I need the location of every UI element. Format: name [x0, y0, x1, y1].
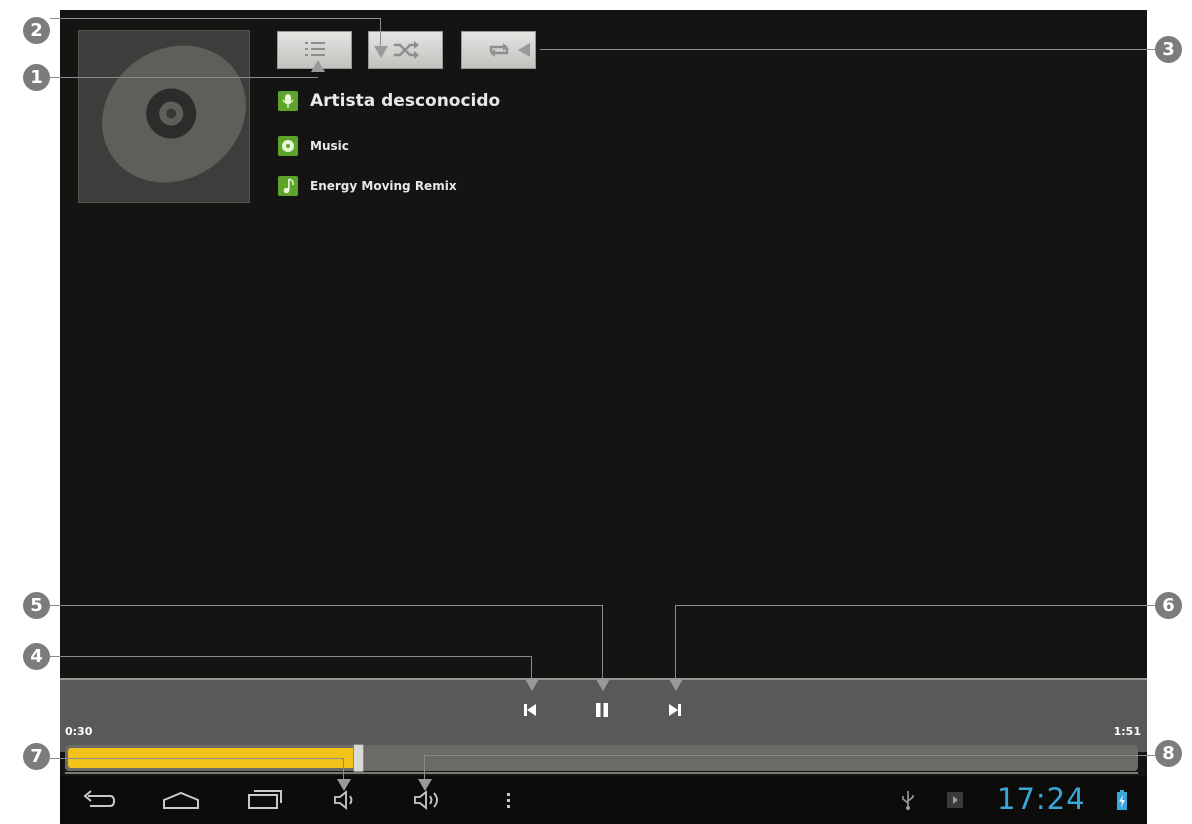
arrow-previous	[525, 679, 539, 691]
volume-up-icon	[414, 790, 438, 810]
volume-down-button[interactable]	[332, 789, 360, 815]
usb-icon	[900, 789, 916, 815]
leader-line-8	[424, 755, 1155, 756]
callout-8: 8	[1155, 740, 1182, 767]
arrow-next	[669, 679, 683, 691]
elapsed-time: 0:30	[65, 725, 93, 738]
recent-apps-button[interactable]	[246, 788, 284, 814]
pause-button[interactable]	[594, 702, 610, 723]
seek-divider	[65, 772, 1138, 774]
previous-icon	[524, 704, 536, 716]
leader-line-6-drop	[675, 605, 676, 680]
artist-row: Artista desconocido	[278, 91, 500, 111]
next-icon	[669, 704, 681, 716]
back-button[interactable]	[82, 790, 118, 814]
battery-icon	[1116, 789, 1128, 815]
list-icon	[304, 42, 325, 56]
leader-line-7	[50, 758, 343, 759]
pause-icon	[596, 703, 608, 717]
music-note-icon	[278, 176, 298, 196]
leader-line-6	[675, 605, 1155, 606]
leader-line-5	[50, 605, 602, 606]
arrow-pause	[596, 679, 610, 691]
leader-line-3	[540, 49, 1155, 50]
leader-line-7-drop	[343, 758, 344, 780]
artist-name: Artista desconocido	[310, 91, 501, 111]
callout-6: 6	[1155, 592, 1182, 619]
callout-2: 2	[23, 17, 50, 44]
status-clock: 17:24	[997, 782, 1086, 816]
total-duration: 1:51	[1113, 725, 1141, 738]
music-player-screen: Artista desconocido Music Energy Moving …	[60, 10, 1147, 824]
home-button[interactable]	[161, 790, 201, 814]
album-icon	[278, 136, 298, 156]
arrow-repeat	[518, 43, 530, 57]
back-icon	[83, 790, 116, 807]
leader-line-2	[50, 18, 380, 19]
previous-button[interactable]	[523, 702, 537, 722]
arrow-volume-down	[337, 779, 351, 791]
leader-line-1	[50, 77, 318, 78]
album-art	[78, 30, 250, 203]
track-title: Energy Moving Remix	[310, 179, 457, 193]
album-name: Music	[310, 139, 349, 153]
home-icon	[163, 791, 199, 809]
seek-thumb[interactable]	[353, 744, 364, 772]
volume-down-icon	[334, 790, 353, 810]
track-row: Energy Moving Remix	[278, 176, 457, 196]
disc-icon	[79, 31, 249, 202]
volume-up-button[interactable]	[412, 789, 444, 815]
callout-7: 7	[23, 743, 50, 770]
leader-line-4	[50, 656, 531, 657]
system-navigation-bar: 17:24	[60, 776, 1147, 824]
callout-5: 5	[23, 592, 50, 619]
media-notification-icon	[946, 791, 964, 813]
callout-3: 3	[1155, 36, 1182, 63]
microphone-icon	[278, 91, 298, 111]
leader-line-4-drop	[531, 656, 532, 680]
leader-line-8-drop	[424, 755, 425, 780]
arrow-playlist	[311, 60, 325, 72]
shuffle-icon	[393, 41, 419, 59]
album-row: Music	[278, 136, 349, 156]
leader-line-2-drop	[380, 18, 381, 48]
menu-button[interactable]	[504, 789, 512, 815]
next-button[interactable]	[668, 702, 682, 722]
overflow-menu-icon	[507, 793, 510, 808]
arrow-volume-up	[418, 779, 432, 791]
callout-1: 1	[23, 64, 50, 91]
recent-apps-icon	[248, 790, 282, 809]
arrow-shuffle	[374, 46, 388, 58]
repeat-icon	[489, 43, 508, 57]
callout-4: 4	[23, 643, 50, 670]
leader-line-5-drop	[602, 605, 603, 680]
